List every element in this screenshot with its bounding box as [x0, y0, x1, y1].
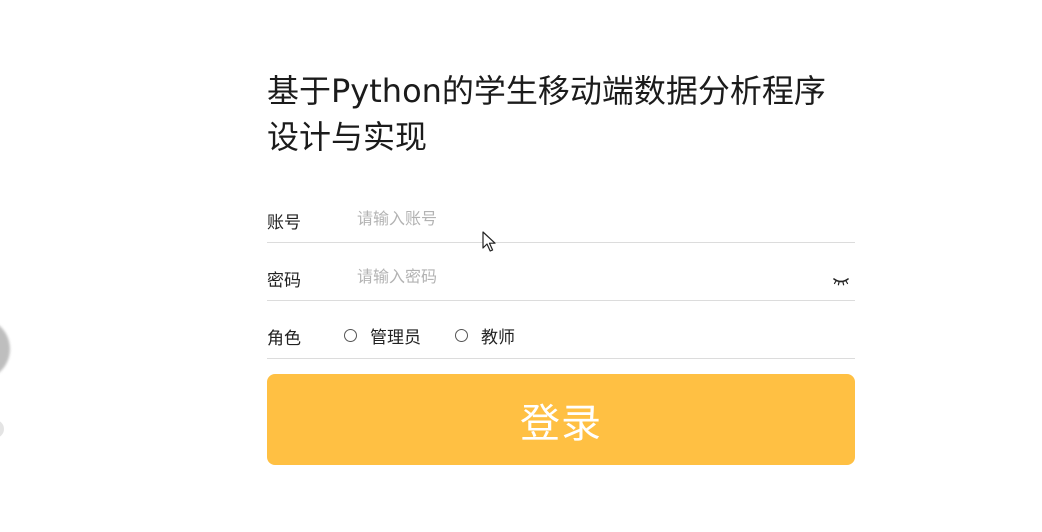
- role-option-teacher[interactable]: 教师: [455, 323, 515, 348]
- radio-teacher[interactable]: [455, 328, 468, 342]
- eye-closed-icon[interactable]: [831, 271, 851, 291]
- account-row: 账号: [267, 188, 855, 243]
- account-label: 账号: [267, 212, 301, 233]
- radio-admin[interactable]: [344, 328, 357, 342]
- account-input[interactable]: [357, 204, 855, 233]
- role-radio-group: 管理员 教师: [344, 323, 549, 348]
- password-input[interactable]: [357, 262, 831, 291]
- role-option-admin[interactable]: 管理员: [344, 323, 421, 348]
- role-row: 角色 管理员 教师: [267, 304, 855, 359]
- role-option-admin-label: 管理员: [370, 327, 421, 348]
- page-title: 基于Python的学生移动端数据分析程序设计与实现: [267, 72, 826, 156]
- login-button[interactable]: 登录: [267, 374, 855, 465]
- password-label: 密码: [267, 270, 301, 291]
- login-panel: 基于Python的学生移动端数据分析程序设计与实现 账号 密码 角色 管理员: [267, 68, 855, 465]
- background-edge-shape: [0, 420, 4, 438]
- role-option-teacher-label: 教师: [481, 327, 515, 348]
- background-blur-shape: [0, 318, 10, 380]
- password-row: 密码: [267, 246, 855, 301]
